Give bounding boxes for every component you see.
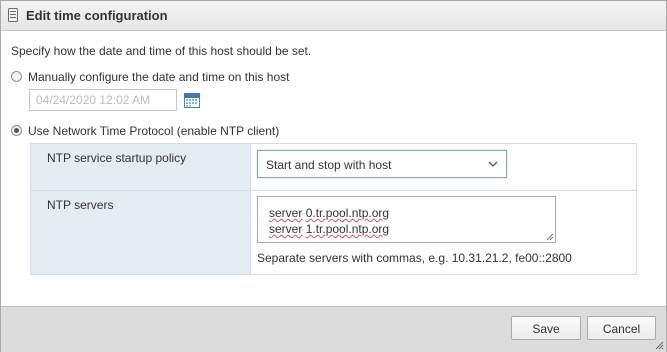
edit-time-configuration-dialog: Edit time configuration Specify how the … bbox=[0, 0, 667, 352]
save-button[interactable]: Save bbox=[511, 316, 581, 340]
startup-policy-select[interactable]: Start and stop with host bbox=[257, 150, 507, 178]
manual-radio[interactable] bbox=[11, 71, 22, 82]
ntp-servers-help: Separate servers with commas, e.g. 10.31… bbox=[257, 251, 572, 265]
host-icon bbox=[8, 8, 18, 22]
ntp-settings-table: NTP service startup policy Start and sto… bbox=[30, 143, 637, 275]
column-divider bbox=[250, 144, 251, 274]
row-divider bbox=[31, 190, 636, 191]
intro-text: Specify how the date and time of this ho… bbox=[11, 44, 312, 58]
resize-grip-icon[interactable] bbox=[546, 233, 554, 241]
ntp-servers-textarea[interactable]: server 0.tr.pool.ntp.org server 1.tr.poo… bbox=[257, 196, 556, 243]
date-time-input[interactable] bbox=[29, 89, 177, 111]
dialog-title: Edit time configuration bbox=[26, 8, 168, 23]
manual-radio-label[interactable]: Manually configure the date and time on … bbox=[28, 70, 290, 84]
startup-policy-label: NTP service startup policy bbox=[47, 151, 187, 165]
ntp-server-line: server 0.tr.pool.ntp.org bbox=[269, 206, 390, 220]
ntp-server-line: server 1.tr.pool.ntp.org bbox=[269, 222, 390, 236]
chevron-down-icon bbox=[488, 161, 498, 167]
dialog-titlebar: Edit time configuration bbox=[1, 1, 666, 31]
ntp-servers-label: NTP servers bbox=[47, 198, 114, 212]
ntp-radio[interactable] bbox=[11, 125, 22, 136]
ntp-radio-label[interactable]: Use Network Time Protocol (enable NTP cl… bbox=[28, 124, 279, 138]
cancel-button[interactable]: Cancel bbox=[587, 316, 656, 340]
dialog-footer: Save Cancel bbox=[1, 306, 666, 352]
dialog-resize-icon[interactable] bbox=[655, 341, 664, 350]
startup-policy-value: Start and stop with host bbox=[266, 158, 392, 172]
calendar-icon[interactable] bbox=[184, 93, 200, 108]
